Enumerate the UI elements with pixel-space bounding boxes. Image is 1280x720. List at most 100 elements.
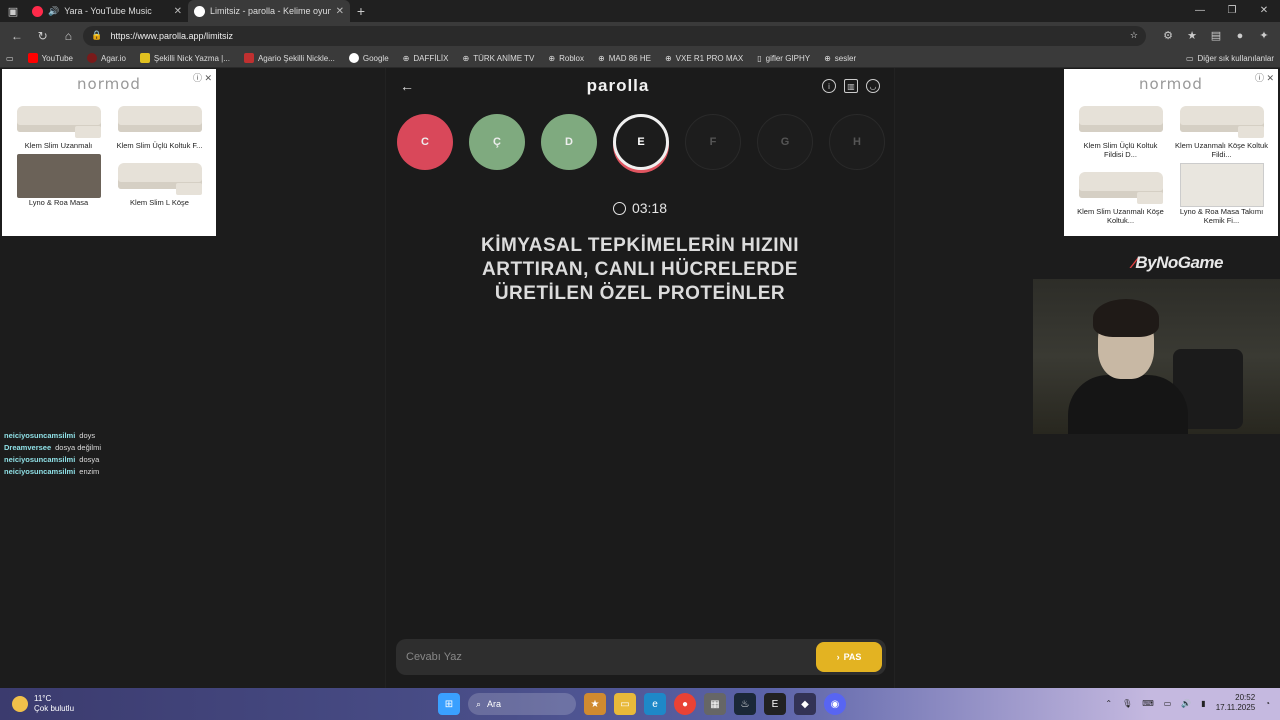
tab-youtube-music[interactable]: 🔊 Yara - YouTube Music ✕ — [26, 0, 188, 22]
speaker-icon[interactable]: 🔊 — [48, 6, 59, 17]
chat-text: dosya — [79, 455, 100, 464]
bookmarks-bar: ▭ YouTube Agar.io Şekilli Nick Yazma |..… — [0, 49, 1280, 68]
sofa-image — [16, 106, 101, 138]
bookmark-google[interactable]: Google — [348, 53, 389, 63]
back-icon[interactable]: ← — [6, 25, 28, 47]
ad-product-label: Klem Uzanmalı Köşe Koltuk Fildi... — [1175, 141, 1268, 159]
home-icon[interactable]: ⌂ — [58, 25, 80, 47]
ad-product[interactable]: Lyno & Roa Masa — [12, 154, 105, 207]
weather-widget[interactable]: 11°C Çok bulutlu — [12, 694, 74, 714]
bookmark-vxe[interactable]: ⊕ VXE R1 PRO MAX — [665, 54, 743, 63]
right-ad-banner[interactable]: ⓘ ✕ normod Klem Slim Üçlü Koltuk Fildisi… — [1064, 69, 1278, 236]
bookmark-mad86[interactable]: ⊕ MAD 86 HE — [598, 54, 651, 63]
minimize-icon[interactable]: — — [1184, 0, 1216, 22]
info-icon[interactable]: i — [822, 79, 836, 93]
refresh-icon[interactable]: ↻ — [32, 25, 54, 47]
globe-icon: ⊕ — [824, 53, 831, 63]
letter-circle: H — [829, 114, 885, 170]
bookmark-giphy[interactable]: ▯ gifler GIPHY — [757, 54, 810, 63]
close-tab-icon[interactable]: ✕ — [336, 6, 344, 17]
stats-icon[interactable]: ▥ — [844, 79, 858, 93]
bookmark-label: TÜRK ANİME TV — [473, 53, 535, 63]
bookmark-sekilli-nick[interactable]: Şekilli Nick Yazma |... — [139, 53, 230, 63]
bookmark-youtube[interactable]: YouTube — [27, 53, 73, 63]
search-label: Ara — [487, 699, 502, 709]
ad-product[interactable]: Klem Slim Uzanmalı — [12, 97, 105, 150]
bookmark-daffilix[interactable]: ⊕ DAFFİLİX — [403, 54, 449, 63]
clock-date: 17.11.2025 — [1215, 703, 1256, 712]
weather-sun-icon — [12, 696, 28, 712]
discord-icon[interactable]: ◉ — [824, 693, 846, 715]
microphone-icon[interactable]: 🎙 — [1122, 699, 1132, 708]
lock-icon[interactable]: 🔒 — [91, 30, 102, 41]
chat-text: doys — [79, 431, 96, 440]
bookmark-turk-anime[interactable]: ⊕ TÜRK ANİME TV — [462, 54, 534, 63]
edge-browser-icon[interactable]: e — [644, 693, 666, 715]
collections-icon[interactable]: ▤ — [1206, 26, 1226, 46]
file-explorer-icon[interactable]: ▭ — [614, 693, 636, 715]
favorites-icon[interactable]: ★ — [1182, 26, 1202, 46]
url-field[interactable]: 🔒 https://www.parolla.app/limitsiz ☆ — [83, 25, 1146, 46]
ad-product[interactable]: Klem Slim Uzanmalı Köşe Koltuk... — [1074, 163, 1167, 225]
copilot-icon[interactable]: ✦ — [1254, 26, 1274, 46]
bookmark-other-folder[interactable]: ▭ Diğer sık kullanılanlar — [1186, 54, 1274, 63]
chat-user: Dreamversee — [4, 443, 52, 452]
answer-input[interactable] — [406, 651, 816, 663]
restore-icon[interactable]: ❐ — [1216, 0, 1248, 22]
countdown-timer: 03:18 — [386, 200, 894, 216]
bookmark-label: gifler GIPHY — [765, 53, 811, 63]
ad-product[interactable]: Klem Slim L Köşe — [113, 154, 206, 207]
epic-games-icon[interactable]: E — [764, 693, 786, 715]
favorite-star-icon[interactable]: ☆ — [1130, 30, 1138, 41]
new-tab-button[interactable]: + — [350, 3, 372, 19]
tab-actions-icon[interactable]: ▣ — [0, 0, 26, 22]
steam-icon[interactable]: ♨ — [734, 693, 756, 715]
letter-circle: C — [397, 114, 453, 170]
profile-avatar-icon[interactable]: ● — [1230, 26, 1250, 46]
bookmark-roblox[interactable]: ⊕ Roblox — [548, 54, 584, 63]
tab-parolla[interactable]: Limitsiz - parolla - Kelime oyunu ✕ — [188, 0, 350, 22]
bookmark-agario-nick[interactable]: Agario Şekilli Nickle... — [243, 53, 335, 63]
bookmark-label: VXE R1 PRO MAX — [675, 53, 744, 63]
extensions-icon[interactable]: ⚙ — [1158, 26, 1178, 46]
tray-overflow-icon[interactable]: ⌃ — [1105, 699, 1112, 708]
folder-icon: ▭ — [1185, 53, 1194, 63]
person-hair — [1093, 299, 1159, 337]
back-arrow-icon[interactable]: ← — [400, 78, 414, 94]
chrome-icon[interactable]: ● — [674, 693, 696, 715]
ad-choices-icon[interactable]: ⓘ ✕ — [193, 71, 212, 84]
chat-text: dosya değilmi — [55, 443, 101, 452]
bookmarks-menu-icon[interactable]: ▭ — [6, 54, 14, 63]
close-window-icon[interactable]: ✕ — [1248, 0, 1280, 22]
volume-icon[interactable]: 🔊 — [1181, 699, 1191, 708]
answer-bar: › PAS — [396, 639, 886, 675]
ad-product[interactable]: Lyno & Roa Masa Takımı Kemik Fi... — [1175, 163, 1268, 225]
taskbar-clock[interactable]: 20:52 17.11.2025 — [1216, 693, 1255, 713]
close-tab-icon[interactable]: ✕ — [174, 6, 182, 17]
taskbar-search[interactable]: ⌕ Ara — [468, 693, 576, 715]
bookmark-agar[interactable]: Agar.io — [87, 53, 126, 63]
bookmark-label: Şekilli Nick Yazma |... — [153, 53, 230, 63]
ad-choices-icon[interactable]: ⓘ ✕ — [1255, 71, 1274, 84]
game-app-icon[interactable]: ★ — [584, 693, 606, 715]
chat-message: neiciyosuncamsilmi dosya — [4, 454, 101, 466]
network-icon[interactable]: ▭ — [1164, 699, 1172, 708]
profile-icon[interactable]: ◡ — [866, 79, 880, 93]
ad-product[interactable]: Klem Slim Üçlü Koltuk F... — [113, 97, 206, 150]
ad-product[interactable]: Klem Slim Üçlü Koltuk Fildisi D... — [1074, 97, 1167, 159]
letter-circle: F — [685, 114, 741, 170]
chat-user: neiciyosuncamsilmi — [4, 455, 76, 464]
ad-brand: normod — [1139, 75, 1203, 93]
language-icon[interactable]: ⌨ — [1142, 699, 1154, 708]
battery-icon[interactable]: ▮ — [1201, 699, 1205, 708]
app-icon[interactable]: ◆ — [794, 693, 816, 715]
pass-button[interactable]: › PAS — [816, 642, 882, 672]
windows-start-icon[interactable]: ⊞ — [438, 693, 460, 715]
windows-taskbar: 11°C Çok bulutlu ⊞ ⌕ Ara ★ ▭ e ● ▦ ♨ E ◆ ◉… — [0, 688, 1280, 720]
store-icon[interactable]: ▦ — [704, 693, 726, 715]
bookmark-sesler[interactable]: ⊕ sesler — [824, 54, 856, 63]
ad-product-label: Lyno & Roa Masa — [28, 198, 89, 207]
notifications-icon[interactable]: ◔ — [1265, 699, 1270, 708]
ad-product[interactable]: Klem Uzanmalı Köşe Koltuk Fildi... — [1175, 97, 1268, 159]
left-ad-banner[interactable]: ⓘ ✕ normod Klem Slim Uzanmalı Klem Slim … — [2, 69, 216, 236]
